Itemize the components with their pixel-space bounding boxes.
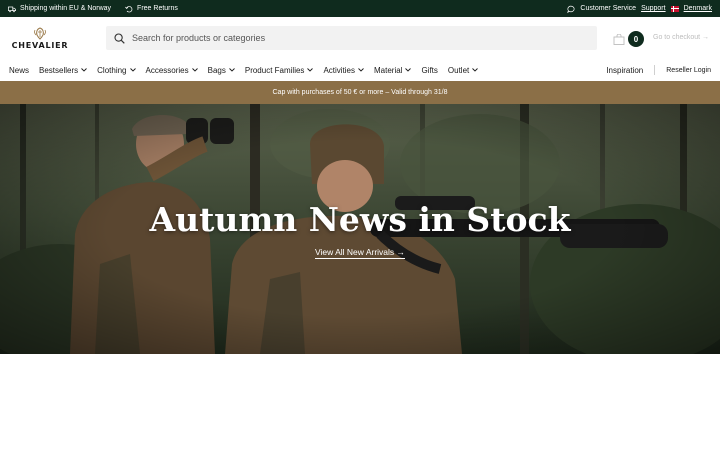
chevron-down-icon bbox=[472, 68, 479, 72]
nav-item-label: Activities bbox=[323, 65, 355, 75]
hero-title: Autumn News in Stock bbox=[149, 200, 571, 239]
hero-link-label: View All New Arrivals → bbox=[314, 247, 406, 259]
chevron-down-icon bbox=[129, 68, 136, 72]
search-icon[interactable] bbox=[114, 32, 125, 44]
inspiration-link[interactable]: Inspiration bbox=[606, 66, 643, 75]
utility-bar: Shipping within EU & Norway Free Returns… bbox=[0, 0, 720, 17]
checkout-link[interactable]: Go to checkout → bbox=[653, 34, 709, 41]
nav-item-bestsellers[interactable]: Bestsellers bbox=[39, 66, 87, 75]
nav-item-outlet[interactable]: Outlet bbox=[447, 65, 479, 75]
reseller-login-link[interactable]: Reseller Login bbox=[666, 67, 711, 74]
nav-item-label: Clothing bbox=[97, 65, 127, 75]
shipping-info: Shipping within EU & Norway bbox=[8, 5, 111, 13]
nav-item-product-families[interactable]: Product Families bbox=[245, 66, 314, 75]
nav-item-bags[interactable]: Bags bbox=[208, 66, 235, 75]
returns-info: Free Returns bbox=[125, 5, 178, 13]
nav-item-clothing[interactable]: Clothing bbox=[97, 65, 136, 75]
nav-item-material[interactable]: Material bbox=[374, 65, 412, 75]
main-nav: News Bestsellers Clothing Accessories Ba… bbox=[0, 59, 720, 81]
nav-item-accessories[interactable]: Accessories bbox=[146, 66, 198, 75]
nav-item-news[interactable]: News bbox=[9, 66, 29, 75]
support-link[interactable]: Support bbox=[641, 5, 666, 12]
truck-icon bbox=[8, 6, 16, 12]
promo-text: Cap with purchases of 50 € or more – Val… bbox=[272, 89, 448, 96]
logo-text: CHEVALIER bbox=[11, 41, 69, 50]
site-header: CHEVALIER 0 Go to checkout → bbox=[0, 17, 720, 57]
nav-item-label: Bestsellers bbox=[39, 65, 79, 75]
hero-banner[interactable]: Autumn News in Stock View All New Arriva… bbox=[0, 104, 720, 354]
chevron-down-icon bbox=[81, 68, 87, 72]
nav-item-label: Bags bbox=[207, 65, 226, 75]
chevron-down-icon bbox=[191, 68, 198, 72]
logo-emblem-icon bbox=[34, 27, 46, 40]
chevron-down-icon bbox=[358, 68, 364, 72]
chevron-down-icon bbox=[307, 68, 314, 72]
nav-item-label: Product Families bbox=[244, 65, 305, 75]
cart-button[interactable]: 0 bbox=[613, 31, 644, 47]
cart-count-badge: 0 bbox=[628, 31, 644, 47]
chevron-down-icon bbox=[229, 68, 235, 72]
search-input[interactable] bbox=[132, 33, 572, 43]
nav-item-label: News bbox=[9, 65, 30, 75]
shopping-bag-icon bbox=[613, 33, 625, 45]
promo-banner: Cap with purchases of 50 € or more – Val… bbox=[0, 81, 720, 104]
customer-service-link[interactable]: Customer Service bbox=[580, 5, 636, 12]
view-new-arrivals-link[interactable]: View All New Arrivals → bbox=[0, 247, 720, 259]
country-selector[interactable]: Denmark bbox=[684, 5, 712, 12]
return-icon bbox=[125, 5, 133, 12]
nav-item-label: Material bbox=[374, 65, 403, 75]
chat-icon bbox=[567, 5, 575, 13]
nav-item-activities[interactable]: Activities bbox=[323, 66, 364, 75]
search-bar[interactable] bbox=[106, 26, 597, 50]
nav-item-label: Outlet bbox=[447, 65, 470, 75]
logo[interactable]: CHEVALIER bbox=[10, 27, 70, 53]
nav-item-gifts[interactable]: Gifts bbox=[421, 66, 437, 75]
nav-item-label: Accessories bbox=[145, 65, 189, 75]
nav-divider bbox=[654, 65, 656, 75]
returns-text: Free Returns bbox=[137, 5, 178, 12]
chevron-down-icon bbox=[405, 68, 412, 72]
shipping-text: Shipping within EU & Norway bbox=[20, 5, 112, 12]
nav-item-label: Gifts bbox=[421, 65, 438, 75]
denmark-flag-icon bbox=[670, 5, 679, 12]
